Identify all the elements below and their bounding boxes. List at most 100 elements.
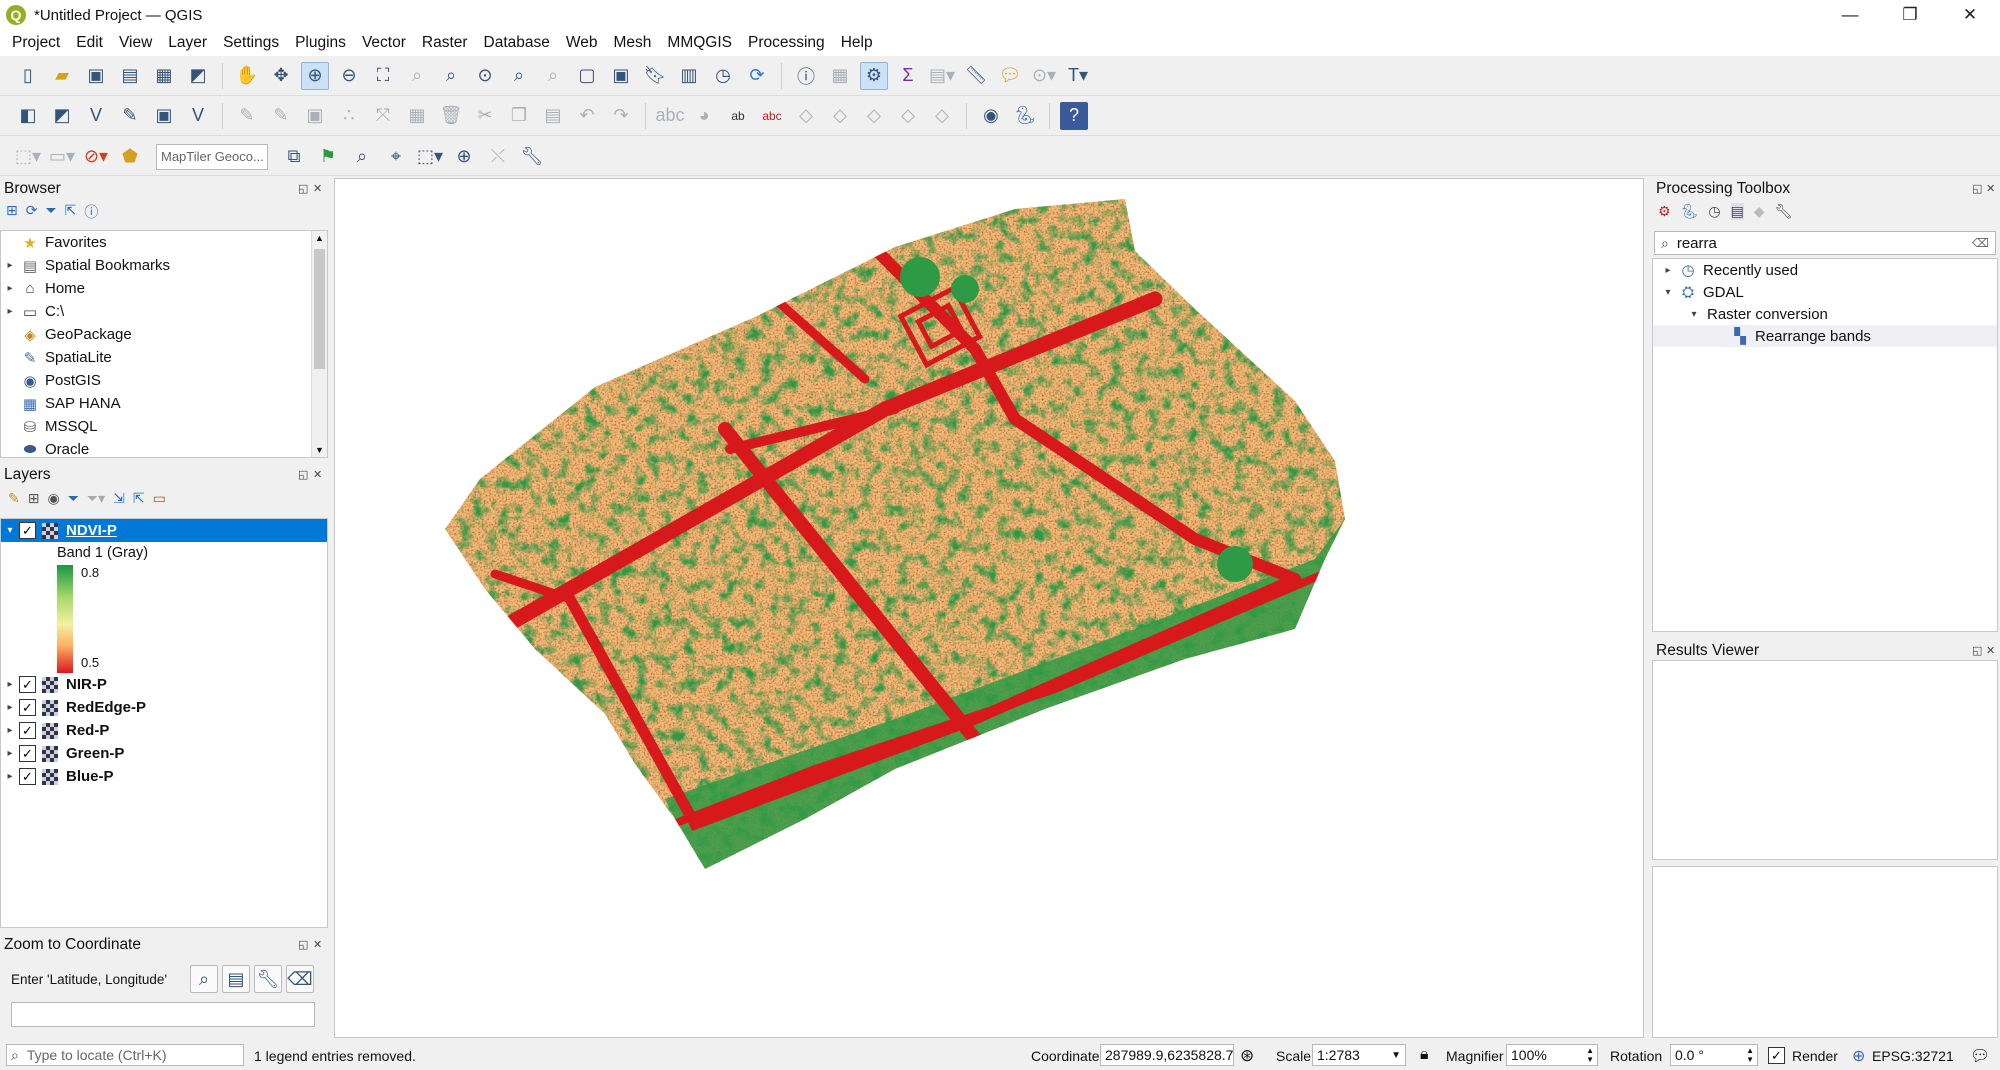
select-by-value-icon[interactable]: ▭▾	[48, 143, 76, 171]
new-map-view-icon[interactable]: ▢	[573, 62, 601, 90]
toggle-editing-icon[interactable]: ✎	[267, 102, 295, 130]
rotation-spinbox[interactable]: 0.0 ° ▲ ▼	[1670, 1044, 1758, 1066]
statistics-icon[interactable]: Σ	[894, 62, 922, 90]
show-hide-label-icon[interactable]: ◇	[928, 102, 956, 130]
pan-icon[interactable]: ✋	[233, 62, 261, 90]
expand-arrow-icon[interactable]: ▸	[1, 702, 19, 713]
current-edits-icon[interactable]: ✎	[233, 102, 261, 130]
zoom-selection-icon[interactable]: ⌕	[403, 62, 431, 90]
clear-search-icon[interactable]: ⌫	[1972, 236, 1989, 250]
xy-tools-icon[interactable]: ⤬	[484, 143, 512, 171]
remove-layer-icon[interactable]: ▭	[153, 490, 166, 512]
layer-row[interactable]: ▸ ✓ Red-P	[1, 719, 327, 742]
data-source-manager-icon[interactable]: ◧	[14, 102, 42, 130]
collapse-all-icon[interactable]: ⇱	[65, 202, 77, 224]
filter-expression-icon[interactable]: ⏷▾	[87, 490, 105, 512]
cut-icon[interactable]: ✂	[471, 102, 499, 130]
crs-label[interactable]: EPSG:32721	[1872, 1048, 1954, 1064]
zoom-layer-icon[interactable]: ⌕	[437, 62, 465, 90]
models-icon[interactable]: ⚙	[1658, 203, 1671, 220]
measure-icon[interactable]: 📏︎	[962, 62, 990, 90]
zoom-next-icon[interactable]: ⌕	[539, 62, 567, 90]
expand-arrow-icon[interactable]: ▸	[1, 748, 19, 759]
expand-arrow-icon[interactable]: ▸	[1, 771, 19, 782]
refresh-browser-icon[interactable]: ⟳	[26, 202, 38, 224]
pin-labels-icon[interactable]: abc	[758, 102, 786, 130]
layer-labeling-icon[interactable]: ab	[724, 102, 752, 130]
magnify-icon[interactable]: ⌕	[348, 143, 376, 171]
add-group-icon[interactable]: ⊞	[28, 490, 40, 512]
open-project-icon[interactable]: ▰	[48, 62, 76, 90]
browser-close-icon[interactable]: ✕	[313, 182, 322, 195]
zoom-native-icon[interactable]: ⊙	[471, 62, 499, 90]
save-project-icon[interactable]: ▣	[82, 62, 110, 90]
menu-edit[interactable]: Edit	[68, 34, 111, 52]
tools-icon[interactable]: 🔧︎	[518, 143, 546, 171]
magnifier-spin-icon[interactable]: ▲ ▼	[1586, 1046, 1594, 1064]
minimize-button[interactable]: —	[1820, 0, 1880, 30]
tree-arrow-icon[interactable]: ▾	[1659, 287, 1677, 298]
identify-icon[interactable]: ⓘ	[792, 62, 820, 90]
save-edits-icon[interactable]: ▣	[301, 102, 329, 130]
menu-project[interactable]: Project	[4, 34, 68, 52]
modify-attributes-icon[interactable]: ▦	[403, 102, 431, 130]
zoom-full-icon[interactable]: ⛶	[369, 62, 397, 90]
menu-vector[interactable]: Vector	[354, 34, 414, 52]
processing-float-icon[interactable]: ◱	[1972, 182, 1982, 195]
add-feature-icon[interactable]: ∴	[335, 102, 363, 130]
browser-item[interactable]: ▸ ⌂ Home	[1, 277, 327, 300]
menu-mmqgis[interactable]: MMQGIS	[659, 34, 740, 52]
undo-icon[interactable]: ↶	[573, 102, 601, 130]
restore-button[interactable]: ❐	[1880, 0, 1940, 30]
history-icon[interactable]: ◷	[1708, 203, 1720, 220]
menu-raster[interactable]: Raster	[414, 34, 476, 52]
expand-arrow-icon[interactable]: ▸	[1, 283, 19, 294]
crs-globe-icon[interactable]: ⊕	[1852, 1046, 1865, 1066]
processing-tree-item[interactable]: ▚ Rearrange bands	[1653, 325, 1997, 347]
layer-visibility-checkbox[interactable]: ✓	[19, 722, 36, 739]
clip-icon[interactable]: ⧉	[280, 143, 308, 171]
expand-arrow-icon[interactable]: ▸	[1, 725, 19, 736]
bookmark-new-icon[interactable]: 🔖︎	[641, 62, 669, 90]
help-icon[interactable]: ?	[1060, 101, 1088, 130]
scale-dropdown-icon[interactable]: ▼	[1391, 1050, 1401, 1061]
processing-toolbox-icon[interactable]: ⚙	[860, 61, 888, 90]
map-tips-icon[interactable]: 💬︎	[996, 62, 1024, 90]
refresh-icon[interactable]: ⟳	[743, 62, 771, 90]
save-as-icon[interactable]: ▤	[116, 62, 144, 90]
style-manager-icon[interactable]: ◩	[184, 62, 212, 90]
paste-icon[interactable]: ▤	[539, 102, 567, 130]
menu-layer[interactable]: Layer	[160, 34, 215, 52]
copy-icon[interactable]: ❐	[505, 102, 533, 130]
browser-item[interactable]: ▸ ▭ C:\	[1, 300, 327, 323]
collapse-arrow-icon[interactable]: ▾	[1, 525, 19, 536]
tree-arrow-icon[interactable]: ▸	[1659, 265, 1677, 276]
layer-styling-icon[interactable]: ✎	[8, 490, 20, 512]
render-checkbox[interactable]: ✓	[1768, 1047, 1785, 1064]
locator-box[interactable]: ⌕ Type to locate (Ctrl+K)	[6, 1044, 244, 1066]
label-toolbar-icon[interactable]: abc	[655, 102, 684, 130]
layer-visibility-checkbox[interactable]: ✓	[19, 745, 36, 762]
browser-scrollbar[interactable]: ▲ ▼	[311, 231, 327, 457]
redo-icon[interactable]: ↷	[607, 102, 635, 130]
deselect-all-icon[interactable]: ⊘▾	[82, 143, 110, 171]
scale-combobox[interactable]: 1:2783 ▼	[1312, 1044, 1406, 1066]
filter-browser-icon[interactable]: ⏷	[45, 202, 56, 224]
move-label-icon[interactable]: ◇	[826, 102, 854, 130]
lock-scale-icon[interactable]: 🔒︎	[1420, 1046, 1429, 1064]
layer-visibility-checkbox[interactable]: ✓	[19, 768, 36, 785]
menu-mesh[interactable]: Mesh	[606, 34, 660, 52]
zoom-out-icon[interactable]: ⊖	[335, 62, 363, 90]
new-project-icon[interactable]: ▯	[14, 62, 42, 90]
layer-row[interactable]: ▸ ✓ RedEdge-P	[1, 696, 327, 719]
menu-help[interactable]: Help	[833, 34, 881, 52]
coordinate-display[interactable]: 287989.9,6235828.7	[1100, 1044, 1234, 1066]
highlight-labels-icon[interactable]: ◇	[792, 102, 820, 130]
open-field-calculator-icon[interactable]: ▤▾	[928, 62, 956, 90]
browser-item[interactable]: ⛁ MSSQL	[1, 415, 327, 438]
select-location-icon[interactable]: ⬟	[116, 143, 144, 171]
scripts-icon[interactable]: 🐍︎	[1681, 203, 1699, 220]
quickmapservices-icon[interactable]: ◉	[977, 102, 1005, 130]
attribute-table-icon[interactable]: ▦	[826, 62, 854, 90]
browser-item[interactable]: ◈ GeoPackage	[1, 323, 327, 346]
